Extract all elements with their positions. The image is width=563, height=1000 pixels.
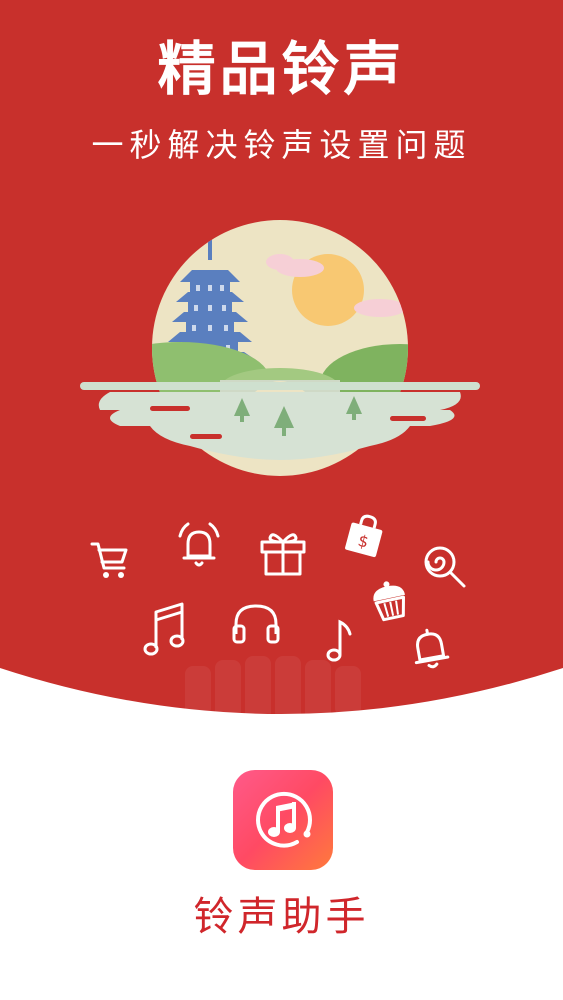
app-logo (233, 770, 333, 870)
app-music-icon (256, 791, 312, 848)
page-title: 精品铃声 (157, 35, 406, 103)
splash-screen: 精品铃声 一秒解决铃声设置问题 $ 铃声助手 (0, 0, 563, 1000)
music-note-icon (326, 619, 352, 662)
alarm-bell-icon (178, 522, 220, 567)
bell-icon (414, 628, 450, 669)
lollipop-icon (424, 546, 466, 588)
landscape-illustration (80, 220, 480, 476)
page-subtitle: 一秒解决铃声设置问题 (91, 126, 472, 164)
gift-icon (260, 533, 306, 576)
cupcake-icon (373, 581, 406, 622)
music-notes-icon (143, 602, 185, 656)
app-name: 铃声助手 (193, 894, 370, 940)
shopping-cart-icon (90, 542, 128, 578)
shopping-bag-icon: $ (345, 514, 383, 558)
headphones-icon (232, 604, 280, 644)
